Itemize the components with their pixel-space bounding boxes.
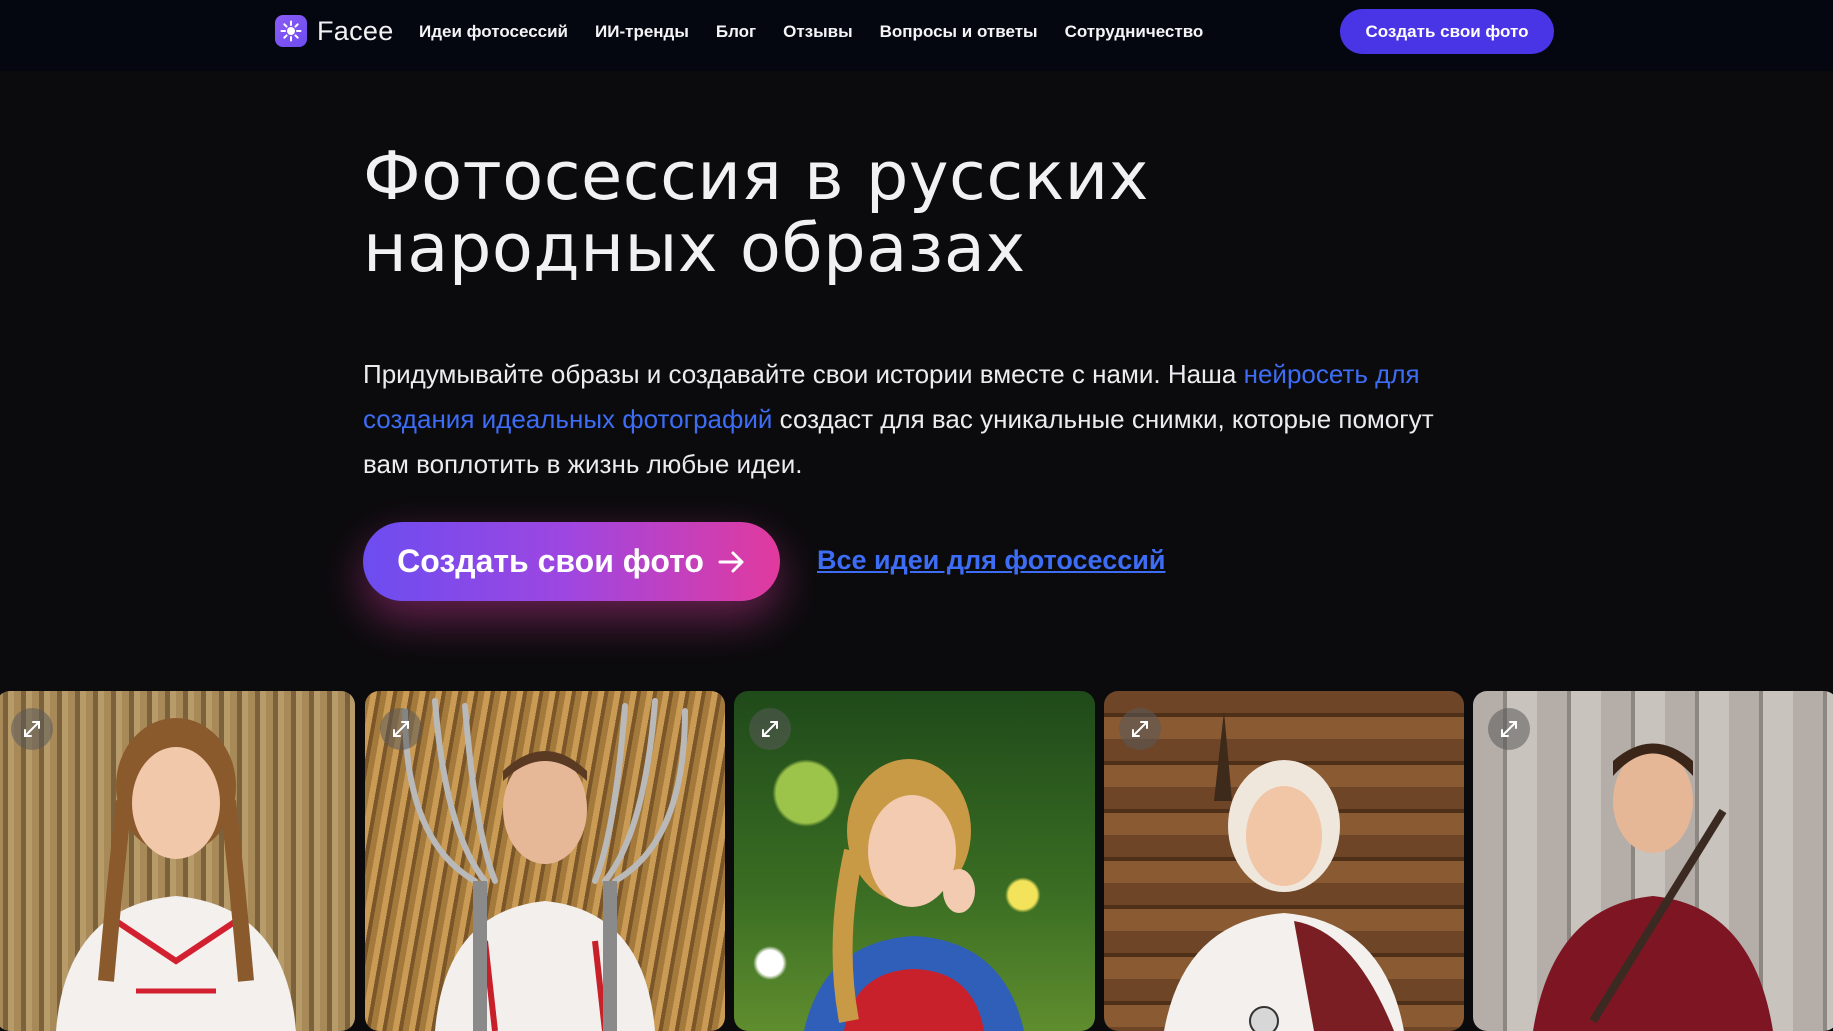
main-nav: Идеи фотосессий ИИ-тренды Блог Отзывы Во… xyxy=(419,0,1230,64)
hero-description: Придумывайте образы и создавайте свои ис… xyxy=(363,352,1473,487)
photo-man-with-pitchfork xyxy=(402,698,688,1031)
gallery-photo-1[interactable] xyxy=(0,691,355,1031)
create-photo-button[interactable]: Создать свои фото xyxy=(363,522,780,601)
expand-icon[interactable] xyxy=(380,708,422,750)
expand-icon[interactable] xyxy=(1119,708,1161,750)
expand-icon[interactable] xyxy=(11,708,53,750)
nav-item-faq[interactable]: Вопросы и ответы xyxy=(880,22,1038,42)
page-title-line-2: народных образах xyxy=(363,209,1026,287)
photo-blonde-girl-meadow xyxy=(804,759,1024,1031)
gallery-photo-3[interactable] xyxy=(734,691,1095,1031)
photo-gallery xyxy=(0,691,1833,1031)
hero-description-start: Придумывайте образы и создавайте свои ис… xyxy=(363,359,1244,389)
photo-woman-headscarf xyxy=(1164,711,1404,1031)
arrow-right-icon xyxy=(718,550,746,574)
gallery-photo-5[interactable] xyxy=(1473,691,1833,1031)
nav-item-ai-trends[interactable]: ИИ-тренды xyxy=(595,22,689,42)
all-ideas-link[interactable]: Все идеи для фотосессий xyxy=(817,545,1165,576)
gallery-photo-4[interactable] xyxy=(1104,691,1464,1031)
sparkle-logo-icon xyxy=(275,15,307,47)
page-title: Фотосессия в русских народных образах xyxy=(363,140,1363,284)
nav-item-blog[interactable]: Блог xyxy=(716,22,756,42)
gallery-photo-2[interactable] xyxy=(365,691,725,1031)
page-title-line-1: Фотосессия в русских xyxy=(363,137,1149,215)
create-photo-button-label: Создать свои фото xyxy=(397,543,704,579)
logo[interactable]: Facee xyxy=(275,15,394,47)
expand-icon[interactable] xyxy=(1488,708,1530,750)
photo-girl-folk-costume xyxy=(0,691,355,1031)
nav-item-partnership[interactable]: Сотрудничество xyxy=(1065,22,1204,42)
header-create-photo-button[interactable]: Создать свои фото xyxy=(1340,9,1554,54)
nav-item-photoshoot-ideas[interactable]: Идеи фотосессий xyxy=(419,22,568,42)
logo-text: Facee xyxy=(317,15,394,46)
top-navbar: Facee Идеи фотосессий ИИ-тренды Блог Отз… xyxy=(0,0,1833,71)
photo-man-red-shirt xyxy=(1533,743,1773,1031)
expand-icon[interactable] xyxy=(749,708,791,750)
nav-item-reviews[interactable]: Отзывы xyxy=(783,22,853,42)
